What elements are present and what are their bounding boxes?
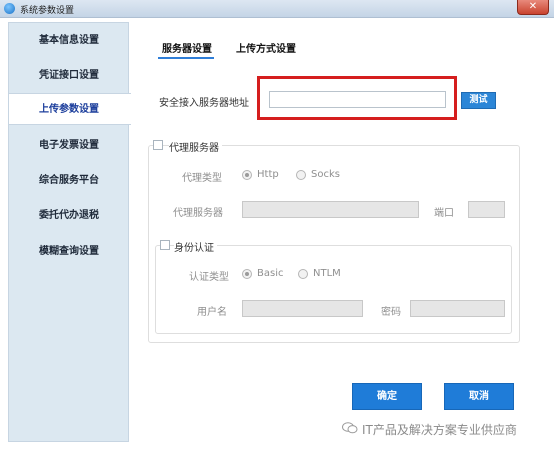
cancel-button[interactable]: 取消	[444, 383, 514, 410]
proxy-type-http-radio[interactable]	[242, 170, 252, 180]
auth-type-basic-label: Basic	[257, 268, 284, 279]
sidebar-item-upload-params[interactable]: 上传参数设置	[9, 93, 131, 125]
proxy-checkbox[interactable]	[153, 140, 163, 150]
title-bar: 系统参数设置 ✕	[0, 0, 554, 18]
app-icon	[4, 3, 15, 14]
auth-checkbox-label: 身份认证	[174, 239, 217, 254]
ok-button[interactable]: 确定	[352, 383, 422, 410]
sidebar-item-e-invoice[interactable]: 电子发票设置	[9, 130, 130, 162]
tab-server-settings[interactable]: 服务器设置	[162, 40, 212, 55]
sidebar-item-service-platform[interactable]: 综合服务平台	[9, 165, 130, 197]
wechat-icon	[342, 422, 358, 434]
sidebar-item-voucher-interface[interactable]: 凭证接口设置	[9, 60, 130, 92]
sidebar-item-basic-info[interactable]: 基本信息设置	[9, 25, 130, 57]
password-label: 密码	[381, 307, 401, 318]
server-address-label: 安全接入服务器地址	[159, 98, 249, 109]
proxy-port-label: 端口	[434, 208, 454, 219]
proxy-server-input[interactable]	[242, 201, 419, 218]
sidebar-item-tax-refund[interactable]: 委托代办退税	[9, 200, 130, 232]
proxy-server-label: 代理服务器	[173, 208, 223, 219]
watermark-text: IT产品及解决方案专业供应商	[362, 423, 517, 437]
password-input[interactable]	[410, 300, 505, 317]
tab-upload-method[interactable]: 上传方式设置	[236, 40, 296, 55]
auth-type-ntlm-radio[interactable]	[298, 269, 308, 279]
test-button[interactable]: 测试	[461, 92, 496, 109]
active-tab-indicator	[158, 57, 214, 59]
close-icon: ✕	[528, 1, 538, 12]
window-title: 系统参数设置	[20, 6, 75, 16]
sidebar-item-fuzzy-query[interactable]: 模糊查询设置	[9, 236, 130, 268]
auth-group	[155, 245, 512, 334]
auth-type-ntlm-label: NTLM	[313, 268, 341, 279]
sidebar: 基本信息设置 凭证接口设置 上传参数设置 电子发票设置 综合服务平台 委托代办退…	[8, 22, 131, 442]
proxy-type-label: 代理类型	[182, 173, 222, 184]
proxy-type-http-label: Http	[257, 169, 279, 180]
proxy-type-socks-label: Socks	[311, 169, 340, 180]
proxy-checkbox-label: 代理服务器	[169, 139, 222, 154]
auth-type-label: 认证类型	[189, 272, 229, 283]
username-label: 用户名	[197, 307, 227, 318]
auth-checkbox[interactable]	[160, 240, 170, 250]
proxy-port-input[interactable]	[468, 201, 505, 218]
auth-type-basic-radio[interactable]	[242, 269, 252, 279]
server-address-input[interactable]	[269, 91, 446, 108]
close-button[interactable]: ✕	[517, 0, 549, 15]
proxy-type-socks-radio[interactable]	[296, 170, 306, 180]
username-input[interactable]	[242, 300, 363, 317]
